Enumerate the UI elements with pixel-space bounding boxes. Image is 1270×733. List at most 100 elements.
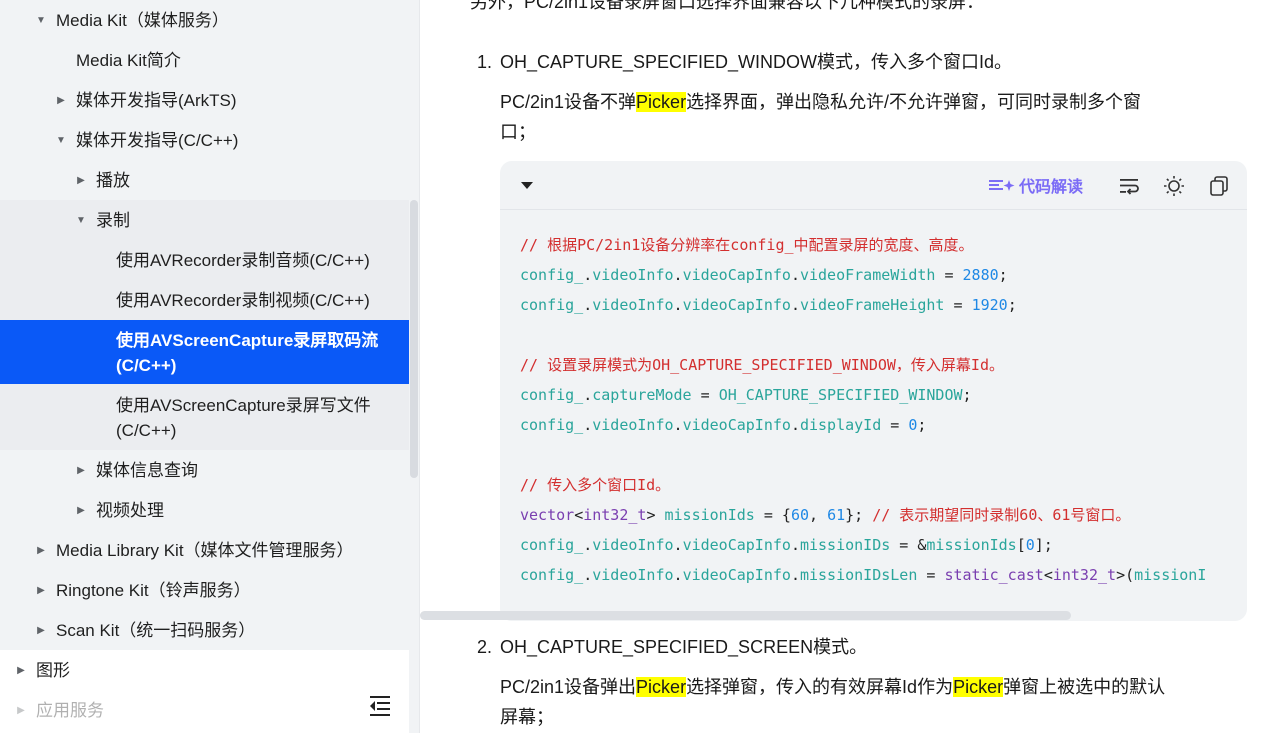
code-token: . <box>790 416 800 434</box>
list-number-1: 1. <box>477 52 493 72</box>
intro-paragraph: 另外，PC/2in1设备录屏窗口选择界面兼容以下几种模式的录屏： <box>470 0 985 12</box>
code-token: . <box>673 296 683 314</box>
code-token: // 表示期望同时录制60、61号窗口。 <box>872 506 1131 524</box>
sidebar-item-label: 应用服务 <box>36 701 104 720</box>
collapsed-arrow-icon[interactable]: ▶ <box>34 538 48 563</box>
code-token: }; <box>845 506 873 524</box>
sidebar: ▼ Media Kit（媒体服务） Media Kit简介 ▶ 媒体开发指导(ArkTS… <box>0 0 420 733</box>
code-token: // 设置录屏模式为OH_CAPTURE_SPECIFIED_WINDOW，传入… <box>520 356 1004 374</box>
code-line: config_.videoInfo.videoCapInfo.videoFram… <box>520 264 1008 286</box>
copy-icon[interactable] <box>1208 175 1230 202</box>
code-line: vector<int32_t> missionIds = {60, 61}; /… <box>520 504 1130 526</box>
code-token: = <box>944 296 972 314</box>
sidebar-item[interactable]: ▶ 图形 <box>0 658 409 683</box>
item2-description-line2: 屏幕； <box>500 707 554 727</box>
code-token: // 传入多个窗口Id。 <box>520 476 671 494</box>
code-token: missionIds <box>664 506 755 524</box>
sidebar-item[interactable]: ▶ 应用服务 <box>0 698 409 723</box>
sidebar-item[interactable]: 使用AVRecorder录制音频(C/C++) <box>0 240 409 280</box>
code-token: . <box>583 266 593 284</box>
code-token: < <box>574 506 584 524</box>
sidebar-item-label: 媒体开发指导(ArkTS) <box>76 91 237 110</box>
item1-title: OH_CAPTURE_SPECIFIED_WINDOW模式，传入多个窗口Id。 <box>500 52 1013 72</box>
collapsed-arrow-icon[interactable]: ▶ <box>54 88 68 113</box>
sidebar-item-label: 使用AVRecorder录制音频(C/C++) <box>116 251 370 270</box>
code-token: videoCapInfo <box>682 266 791 284</box>
code-token: = & <box>890 536 927 554</box>
code-token: OH_CAPTURE_SPECIFIED_WINDOW <box>718 386 963 404</box>
sidebar-item-label: 使用AVRecorder录制视频(C/C++) <box>116 291 370 310</box>
code-token: videoInfo <box>592 296 674 314</box>
sidebar-item[interactable]: Media Kit简介 <box>0 48 409 73</box>
collapsed-arrow-icon[interactable]: ▶ <box>74 168 88 193</box>
sidebar-item[interactable]: ▶ Ringtone Kit（铃声服务） <box>0 578 409 603</box>
code-token: = <box>917 566 945 584</box>
sidebar-scrollbar[interactable] <box>410 200 418 478</box>
code-token: videoCapInfo <box>682 566 791 584</box>
code-token: 60 <box>790 506 809 524</box>
code-block: 代码解读 // 根据PC/2in1设备分辨率在config_中配置录屏的宽度、高… <box>500 161 1247 621</box>
code-token: . <box>790 536 800 554</box>
sidebar-item[interactable]: ▶ Media Library Kit（媒体文件管理服务） <box>0 538 409 563</box>
code-token: . <box>583 386 593 404</box>
code-token: . <box>583 296 593 314</box>
expanded-arrow-icon[interactable]: ▼ <box>54 128 68 153</box>
code-token: > <box>646 506 665 524</box>
code-token: . <box>790 266 800 284</box>
sidebar-item[interactable]: ▶ 视频处理 <box>0 498 409 523</box>
collapse-code-icon[interactable] <box>519 177 535 193</box>
item1-description-line2: 口； <box>500 122 536 142</box>
ai-code-explain-button[interactable]: 代码解读 <box>989 174 1083 196</box>
code-token: . <box>673 416 683 434</box>
expanded-arrow-icon[interactable]: ▼ <box>74 208 88 233</box>
code-token: config_ <box>520 566 584 584</box>
collapsed-arrow-icon[interactable]: ▶ <box>74 498 88 523</box>
code-token: config_ <box>520 386 584 404</box>
code-token: captureMode <box>592 386 692 404</box>
code-token: // 根据PC/2in1设备分辨率在config_中配置录屏的宽度、高度。 <box>520 236 974 254</box>
code-token: < <box>1043 566 1053 584</box>
sidebar-item[interactable]: ▶ Scan Kit（统一扫码服务） <box>0 618 409 643</box>
collapsed-arrow-icon[interactable]: ▶ <box>74 458 88 483</box>
collapsed-arrow-icon[interactable]: ▶ <box>14 698 28 723</box>
sidebar-item[interactable]: ▼ 录制 <box>0 200 409 240</box>
code-token: missionIds <box>926 536 1017 554</box>
search-highlight: Picker <box>636 677 687 697</box>
collapsed-arrow-icon[interactable]: ▶ <box>14 658 28 683</box>
code-token: videoCapInfo <box>682 296 791 314</box>
item2-desc-text: 选择弹窗，传入的有效屏幕Id作为 <box>686 677 954 697</box>
code-line: // 根据PC/2in1设备分辨率在config_中配置录屏的宽度、高度。 <box>520 234 974 256</box>
sidebar-item[interactable]: 使用AVScreenCapture录屏取码流 (C/C++) <box>0 320 409 384</box>
ai-sparkle-icon <box>989 180 1015 191</box>
code-token: 2880 <box>962 266 999 284</box>
wrap-lines-icon[interactable] <box>1118 175 1140 202</box>
code-token: ]; <box>1034 536 1053 554</box>
collapsed-arrow-icon[interactable]: ▶ <box>34 578 48 603</box>
code-token: 1920 <box>971 296 1008 314</box>
code-token: ; <box>962 386 972 404</box>
code-horizontal-scrollbar[interactable] <box>420 611 1071 620</box>
sidebar-item[interactable]: ▶ 播放 <box>0 168 409 193</box>
search-highlight: Picker <box>953 677 1004 697</box>
sidebar-item[interactable]: ▼ Media Kit（媒体服务） <box>0 8 409 33</box>
code-line: config_.videoInfo.videoCapInfo.missionID… <box>520 534 1053 556</box>
code-token: = { <box>754 506 791 524</box>
item1-description: PC/2in1设备不弹Picker选择界面，弹出隐私允许/不允许弹窗，可同时录制… <box>500 87 1141 117</box>
expanded-arrow-icon[interactable]: ▼ <box>34 8 48 33</box>
sidebar-item[interactable]: 使用AVScreenCapture录屏写文件 (C/C++) <box>0 384 409 450</box>
code-token: videoInfo <box>592 566 674 584</box>
code-token: videoFrameHeight <box>799 296 945 314</box>
code-token: 0 <box>1025 536 1035 554</box>
sidebar-item[interactable]: ▶ 媒体信息查询 <box>0 458 409 483</box>
code-token: videoCapInfo <box>682 536 791 554</box>
code-token: config_ <box>520 536 584 554</box>
sidebar-item[interactable]: ▶ 媒体开发指导(ArkTS) <box>0 88 409 113</box>
code-token: displayId <box>799 416 882 434</box>
code-token: missionIDsLen <box>799 566 918 584</box>
code-token: videoInfo <box>592 536 674 554</box>
theme-toggle-icon[interactable] <box>1163 175 1185 202</box>
sidebar-item[interactable]: ▼ 媒体开发指导(C/C++) <box>0 128 409 153</box>
code-token: 61 <box>827 506 846 524</box>
collapsed-arrow-icon[interactable]: ▶ <box>34 618 48 643</box>
sidebar-item[interactable]: 使用AVRecorder录制视频(C/C++) <box>0 280 409 320</box>
